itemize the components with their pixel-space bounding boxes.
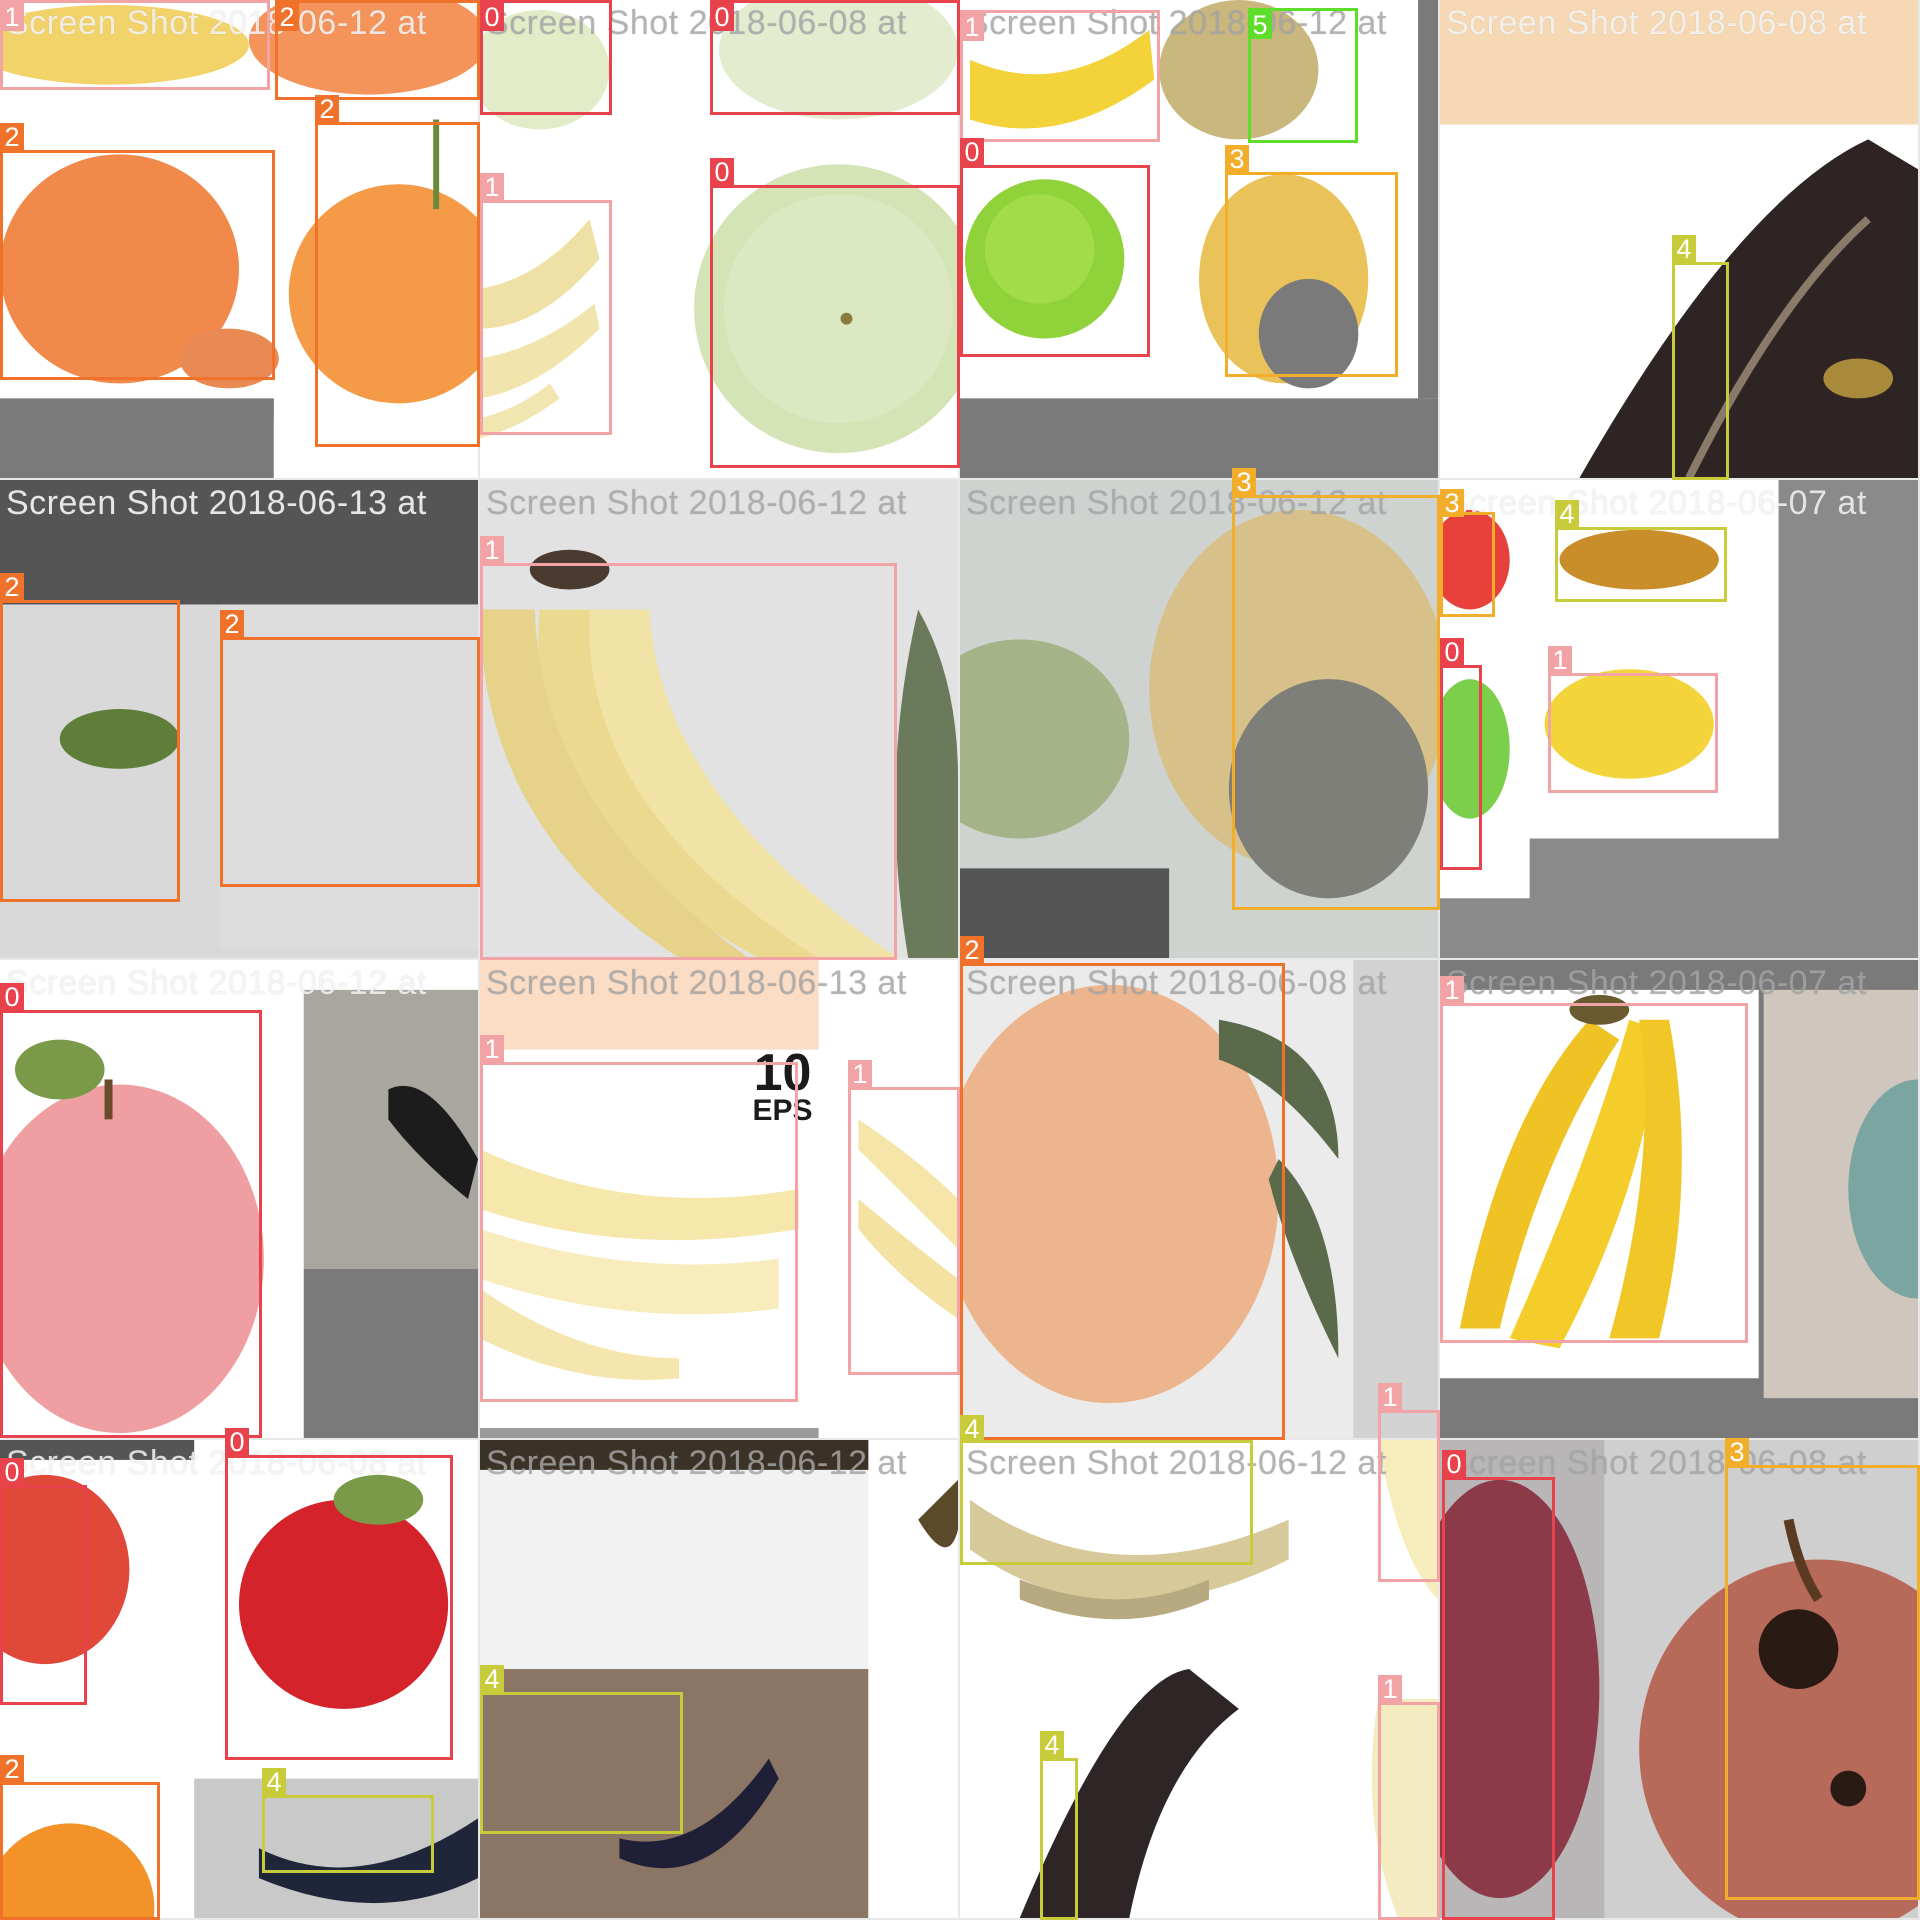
class-label: 0 <box>225 1428 249 1456</box>
class-label: 2 <box>220 610 244 638</box>
class-label: 1 <box>0 3 24 31</box>
class-label: 0 <box>0 1458 24 1486</box>
class-label: 1 <box>1440 976 1464 1004</box>
class-label: 4 <box>480 1665 504 1693</box>
class-label: 4 <box>262 1768 286 1796</box>
detection-box-banana: 1 <box>480 173 612 435</box>
class-label: 0 <box>710 3 734 31</box>
detection-box-apple: 0 <box>0 983 262 1438</box>
class-label: 4 <box>960 1415 984 1443</box>
detection-box-dark-banana: 4 <box>960 1415 1253 1565</box>
class-label: 1 <box>1378 1383 1402 1411</box>
detection-box-orange: 2 <box>275 0 480 100</box>
detection-box-rotten-apple: 3 <box>1232 468 1440 910</box>
detection-box-dark-banana: 4 <box>1040 1731 1078 1920</box>
detection-box-mold: 5 <box>1248 8 1358 143</box>
detection-box-orange: 2 <box>0 1755 160 1920</box>
detection-box-banana: 1 <box>848 1060 960 1375</box>
detection-box-banana: 1 <box>480 536 897 960</box>
detection-box-dark-banana: 4 <box>1555 500 1727 602</box>
class-label: 3 <box>1225 145 1249 173</box>
class-label: 1 <box>480 536 504 564</box>
detection-box-dark-banana: 4 <box>262 1768 434 1873</box>
wood-banana-photo <box>480 1440 958 1918</box>
class-label: 2 <box>960 936 984 964</box>
detection-box-banana: 1 <box>1548 646 1718 793</box>
class-label: 4 <box>1040 1731 1064 1759</box>
class-label: 0 <box>480 3 504 31</box>
detection-box-apple: 0 <box>1442 1450 1555 1920</box>
class-label: 1 <box>848 1060 872 1088</box>
detection-box-apple: 0 <box>710 158 960 468</box>
detection-box-rotten-apple: 3 <box>1725 1438 1920 1900</box>
detection-box-apple: 0 <box>960 138 1150 357</box>
detection-mosaic: Screen Shot 2018-06-12 at Screen Shot 20… <box>0 0 1920 1920</box>
class-label: 2 <box>0 123 24 151</box>
class-label: 1 <box>1548 646 1572 674</box>
tile-wood-banana: Screen Shot 2018-06-12 at <box>480 1440 960 1920</box>
class-label: 2 <box>0 1755 24 1783</box>
class-label: 1 <box>480 1035 504 1063</box>
class-label: 0 <box>960 138 984 166</box>
detection-box-banana: 1 <box>1378 1383 1440 1582</box>
class-label: 1 <box>480 173 504 201</box>
class-label: 0 <box>710 158 734 186</box>
detection-box-dark-banana: 4 <box>480 1665 683 1834</box>
detection-box-apple: 0 <box>225 1428 453 1760</box>
detection-box-dark-banana: 4 <box>1672 235 1729 480</box>
detection-box-apple: 0 <box>0 1458 87 1705</box>
detection-box-apple: 0 <box>480 0 612 115</box>
class-label: 2 <box>275 3 299 31</box>
class-label: 0 <box>1440 638 1464 666</box>
class-label: 4 <box>1555 500 1579 528</box>
detection-box-orange: 2 <box>220 610 480 887</box>
class-label: 4 <box>1672 235 1696 263</box>
class-label: 5 <box>1248 11 1272 39</box>
detection-box-orange: 2 <box>0 123 275 380</box>
class-label: 2 <box>0 573 24 601</box>
detection-box-apple: 0 <box>710 0 960 115</box>
class-label: 1 <box>1378 1675 1402 1703</box>
detection-box-rotten-apple: 3 <box>1225 145 1398 377</box>
detection-box-banana: 1 <box>1440 976 1748 1343</box>
detection-box-orange: 2 <box>960 936 1285 1440</box>
detection-box-banana: 1 <box>480 1035 798 1402</box>
class-label: 3 <box>1232 468 1256 496</box>
class-label: 2 <box>315 95 339 123</box>
class-label: 3 <box>1440 489 1464 517</box>
detection-box-apple: 0 <box>1440 638 1482 870</box>
class-label: 0 <box>0 983 24 1011</box>
class-label: 1 <box>960 13 984 41</box>
detection-box-orange: 2 <box>315 95 480 447</box>
detection-box-banana: 1 <box>0 0 270 90</box>
detection-box-rotten-apple: 3 <box>1440 489 1495 617</box>
class-label: 0 <box>1442 1450 1466 1478</box>
detection-box-banana: 1 <box>1378 1675 1440 1920</box>
class-label: 3 <box>1725 1438 1749 1466</box>
detection-box-orange: 2 <box>0 573 180 902</box>
detection-box-banana: 1 <box>960 10 1160 142</box>
